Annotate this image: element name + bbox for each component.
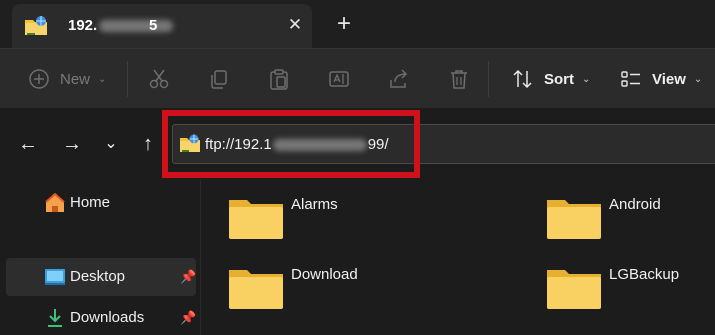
recent-locations-chevron-icon[interactable]: ⌄ <box>97 130 125 158</box>
up-arrow-icon[interactable]: ↑ <box>134 130 162 158</box>
folder-icon <box>547 200 601 239</box>
pin-icon[interactable]: 📌 <box>180 269 196 285</box>
chevron-down-icon: ⌄ <box>582 73 591 85</box>
clipboard-icon <box>270 69 288 90</box>
tab-strip: 192. 5 ✕ + <box>0 0 715 48</box>
folder-label: Android <box>609 196 661 213</box>
sidebar-item-label: Desktop <box>70 268 126 285</box>
redacted-blur <box>99 20 174 33</box>
tab-title-end: 5 <box>149 17 158 34</box>
view-button[interactable]: View ⌄ <box>620 49 702 109</box>
plus-circle-icon <box>29 69 49 89</box>
sort-button[interactable]: Sort ⌄ <box>512 49 590 109</box>
close-icon[interactable]: ✕ <box>282 12 308 38</box>
sort-label: Sort <box>544 70 574 88</box>
chevron-down-icon: ⌄ <box>693 73 703 85</box>
toolbar-divider <box>127 61 128 97</box>
highlight-annotation-box <box>162 110 420 178</box>
scissors-icon <box>149 69 169 89</box>
sidebar-item-downloads[interactable]: Downloads 📌 <box>6 299 196 335</box>
navigation-pane: Home Desktop 📌 Downloads 📌 <box>0 180 200 335</box>
folder-label: LGBackup <box>609 266 680 283</box>
copy-icon <box>211 70 227 89</box>
new-button[interactable]: New ⌄ <box>28 49 106 109</box>
folder-item[interactable]: LGBackup <box>546 266 715 316</box>
folder-item[interactable]: Download <box>228 266 468 316</box>
copy-button[interactable] <box>208 49 230 109</box>
trash-icon <box>451 70 467 89</box>
tab-ftp[interactable]: 192. 5 ✕ <box>12 4 312 48</box>
sidebar-item-desktop[interactable]: Desktop 📌 <box>6 258 196 296</box>
sidebar-item-home[interactable]: Home <box>6 184 196 222</box>
paste-button[interactable] <box>268 49 290 109</box>
folder-icon <box>547 270 601 309</box>
folder-item[interactable]: Android <box>546 196 715 246</box>
share-button[interactable] <box>388 49 410 109</box>
back-arrow-icon[interactable]: ← <box>14 130 42 158</box>
sidebar-item-label: Home <box>70 194 111 211</box>
chevron-down-icon: ⌄ <box>98 73 107 85</box>
home-icon <box>45 193 65 212</box>
rename-icon <box>329 71 349 87</box>
folder-label: Alarms <box>291 196 338 213</box>
folder-item[interactable]: Alarms <box>228 196 468 246</box>
delete-button[interactable] <box>448 49 470 109</box>
download-arrow-icon <box>48 309 62 327</box>
pin-icon[interactable]: 📌 <box>180 310 196 326</box>
share-icon <box>390 69 408 88</box>
folder-icon <box>229 200 283 239</box>
rename-button[interactable] <box>328 49 350 109</box>
view-list-icon <box>621 71 640 87</box>
new-button-label: New <box>60 70 91 88</box>
folder-icon <box>229 270 283 309</box>
folder-label: Download <box>291 266 358 283</box>
tab-title: 192. <box>68 17 175 34</box>
sidebar-item-label: Downloads <box>70 309 145 326</box>
view-label: View <box>652 70 686 88</box>
cut-button[interactable] <box>148 49 170 109</box>
file-list: Alarms Android Download LGBackup <box>201 180 715 335</box>
toolbar-divider <box>488 61 489 97</box>
sort-arrows-icon <box>513 69 532 89</box>
forward-arrow-icon[interactable]: → <box>58 130 86 158</box>
network-folder-icon <box>25 16 47 35</box>
desktop-icon <box>45 269 65 285</box>
command-bar: New ⌄ Sort ⌄ View ⌄ <box>0 48 715 108</box>
new-tab-button[interactable]: + <box>329 9 359 39</box>
